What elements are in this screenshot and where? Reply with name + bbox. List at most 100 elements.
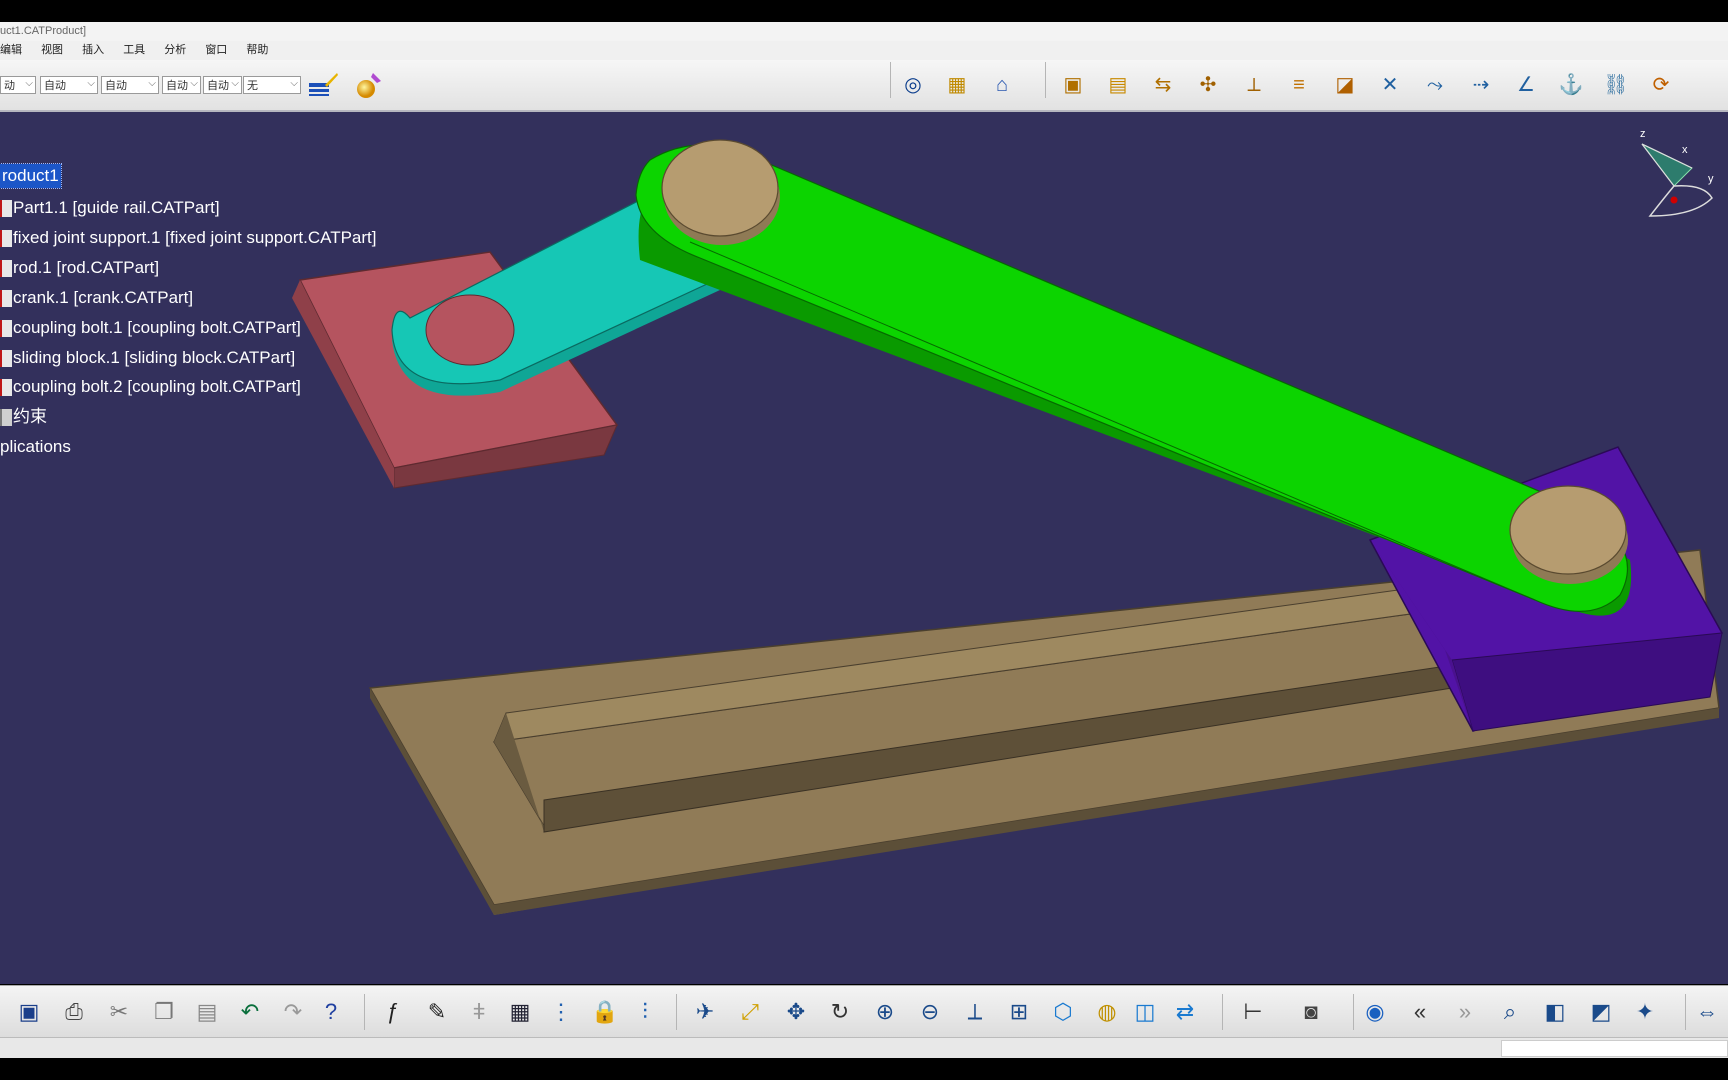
menu-edit[interactable]: 编辑	[0, 41, 22, 60]
coupling-bolt-1-part[interactable]	[661, 139, 780, 245]
tree-root-product[interactable]: roduct1	[0, 163, 62, 189]
window-title: uct1.CATProduct]	[0, 25, 86, 37]
capture-icon[interactable]: ◙	[1294, 995, 1328, 1029]
3d-viewport[interactable]: roduct1 Part1.1 [guide rail.CATPart] fix…	[0, 112, 1728, 984]
menu-view[interactable]: 视图	[41, 41, 63, 60]
next-icon[interactable]: »	[1448, 995, 1482, 1029]
line-color-dropdown[interactable]: 自动	[101, 75, 159, 94]
update-icon[interactable]: ⟳	[1644, 68, 1678, 102]
save-icon[interactable]: ▣	[12, 995, 46, 1029]
fast-multi-instantiation-icon[interactable]: ≡	[1282, 68, 1316, 102]
menu-tools[interactable]: 工具	[123, 41, 145, 60]
sectioning-icon[interactable]: ◪	[1328, 68, 1362, 102]
existing-component-icon[interactable]: ▤	[1101, 68, 1135, 102]
swirl-icon[interactable]: ◎	[896, 68, 930, 102]
contact-constraint-icon[interactable]: ⤳	[1418, 68, 1452, 102]
tree-item-label: coupling bolt.2 [coupling bolt.CATPart]	[13, 377, 301, 396]
part-icon	[0, 230, 12, 247]
fog-icon[interactable]: ◩	[1584, 995, 1618, 1029]
pan-icon[interactable]: ✥	[779, 995, 813, 1029]
window-title-bar: uct1.CATProduct]	[0, 22, 1728, 42]
compass-z-label: z	[1640, 128, 1646, 140]
menu-bar: 编辑 视图 插入 工具 分析 窗口 帮助	[0, 41, 1728, 60]
part-icon	[0, 379, 12, 396]
previous-icon[interactable]: «	[1403, 995, 1437, 1029]
redo-icon[interactable]: ↷	[276, 995, 310, 1029]
component-icon[interactable]: ▣	[1056, 68, 1090, 102]
menu-window[interactable]: 窗口	[205, 41, 227, 60]
parameters-icon[interactable]: ⫶	[628, 995, 662, 1029]
tree-item-label: coupling bolt.1 [coupling bolt.CATPart]	[13, 318, 301, 337]
table-icon[interactable]: ▦	[503, 995, 537, 1029]
swap-space-icon[interactable]: ⇄	[1168, 995, 1202, 1029]
multi-view-icon[interactable]: ⊞	[1002, 995, 1036, 1029]
fly-mode-icon[interactable]: ✈	[688, 995, 722, 1029]
material-sphere-icon[interactable]	[352, 68, 386, 102]
fix-together-icon[interactable]: ⛓	[1599, 68, 1633, 102]
undo-icon[interactable]: ↶	[233, 995, 267, 1029]
light-icon[interactable]: ✦	[1628, 995, 1662, 1029]
rod-part[interactable]	[635, 144, 1632, 616]
tree-item-label: rod.1 [rod.CATPart]	[13, 258, 160, 277]
print-icon[interactable]: ⎙	[57, 995, 91, 1029]
layer-dropdown[interactable]: 自动	[203, 75, 242, 94]
point-style-dropdown[interactable]: 自动	[162, 75, 201, 94]
iso-view-icon[interactable]: ⬡	[1046, 995, 1080, 1029]
menu-analyze[interactable]: 分析	[164, 41, 186, 60]
knowledge-icon[interactable]: ǂ	[462, 995, 496, 1029]
symmetry-icon[interactable]: ⟂	[1237, 68, 1271, 102]
zoom-in-icon[interactable]: ⊕	[868, 995, 902, 1029]
coupling-bolt-2-part[interactable]	[1509, 485, 1628, 584]
top-toolbar: 动 自动 自动 自动 自动 无 ◎ ▦ ⌂ ▣ ▤ ⇆ ✣ ⟂ ≡ ◪ ✕ ⤳ ⇢ ∠ ⚓ ⛓ ⟳	[0, 60, 1728, 112]
offset-constraint-icon[interactable]: ⇢	[1464, 68, 1498, 102]
measure-icon[interactable]: ⊢	[1236, 995, 1270, 1029]
copy-icon[interactable]: ❐	[147, 995, 181, 1029]
part-icon	[0, 200, 12, 217]
constraints-icon	[0, 409, 12, 426]
part-icon	[0, 260, 12, 277]
tree-item-label: 约束	[13, 407, 47, 426]
rotate-icon[interactable]: ↻	[823, 995, 857, 1029]
tree-item-label: sliding block.1 [sliding block.CATPart]	[13, 348, 296, 367]
layer-filter-dropdown[interactable]: 无	[243, 75, 301, 94]
formula-icon[interactable]: ƒ	[376, 995, 410, 1029]
fit-all-icon[interactable]: ⤢	[733, 995, 767, 1029]
part-icon	[0, 350, 12, 367]
coincidence-constraint-icon[interactable]: ✕	[1373, 68, 1407, 102]
tree-item-label: Part1.1 [guide rail.CATPart]	[13, 198, 220, 217]
shading-icon[interactable]: ◍	[1090, 995, 1124, 1029]
scale-icon[interactable]: ⇔	[1690, 995, 1724, 1029]
graph-icon[interactable]: ⋮	[544, 995, 578, 1029]
zoom-out-icon[interactable]: ⊖	[913, 995, 947, 1029]
paint-brush-icon[interactable]	[306, 68, 340, 102]
magnifier-icon[interactable]: ⌕	[1493, 995, 1527, 1029]
whats-this-icon[interactable]: ?	[314, 995, 348, 1029]
lock-icon[interactable]: 🔒	[588, 995, 622, 1029]
cut-icon[interactable]: ✂	[102, 995, 136, 1029]
menu-insert[interactable]: 插入	[82, 41, 104, 60]
status-bar	[0, 1037, 1728, 1058]
part-icon	[0, 290, 12, 307]
menu-help[interactable]: 帮助	[246, 41, 268, 60]
normal-view-icon[interactable]: ⟂	[958, 995, 992, 1029]
tree-item-label: crank.1 [crank.CATPart]	[13, 288, 194, 307]
angle-constraint-icon[interactable]: ∠	[1509, 68, 1543, 102]
line-type-dropdown[interactable]: 动	[0, 75, 36, 94]
catalog-icon[interactable]: ▦	[940, 68, 974, 102]
compass-icon[interactable]: z x y	[1634, 126, 1726, 222]
target-icon[interactable]: ◉	[1358, 995, 1392, 1029]
fix-component-icon[interactable]: ⚓	[1554, 68, 1588, 102]
power-input-field[interactable]	[1501, 1040, 1728, 1057]
tree-item-label: fixed joint support.1 [fixed joint suppo…	[13, 228, 377, 247]
replace-component-icon[interactable]: ⇆	[1146, 68, 1180, 102]
compass-y-label: y	[1708, 173, 1714, 185]
line-weight-dropdown[interactable]: 自动	[40, 75, 98, 94]
bottom-toolbar: ▣ ⎙ ✂ ❐ ▤ ↶ ↷? ƒ ✎ ǂ ▦ ⋮ 🔒 ⫶ ✈ ⤢ ✥ ↻ ⊕ ⊖ ⟂ ⊞ ⬡ ◍ ◫ ⇄ ⊢ ◙ ◉ « » ⌕ ◧ ◩ ✦ ⇔	[0, 985, 1728, 1038]
part-icon	[0, 320, 12, 337]
paste-icon[interactable]: ▤	[190, 995, 224, 1029]
graph-tree-icon[interactable]: ✣	[1191, 68, 1225, 102]
product-icon[interactable]: ⌂	[985, 68, 1019, 102]
annotation-icon[interactable]: ✎	[420, 995, 454, 1029]
hide-show-icon[interactable]: ◫	[1128, 995, 1162, 1029]
sectioning-view-icon[interactable]: ◧	[1538, 995, 1572, 1029]
